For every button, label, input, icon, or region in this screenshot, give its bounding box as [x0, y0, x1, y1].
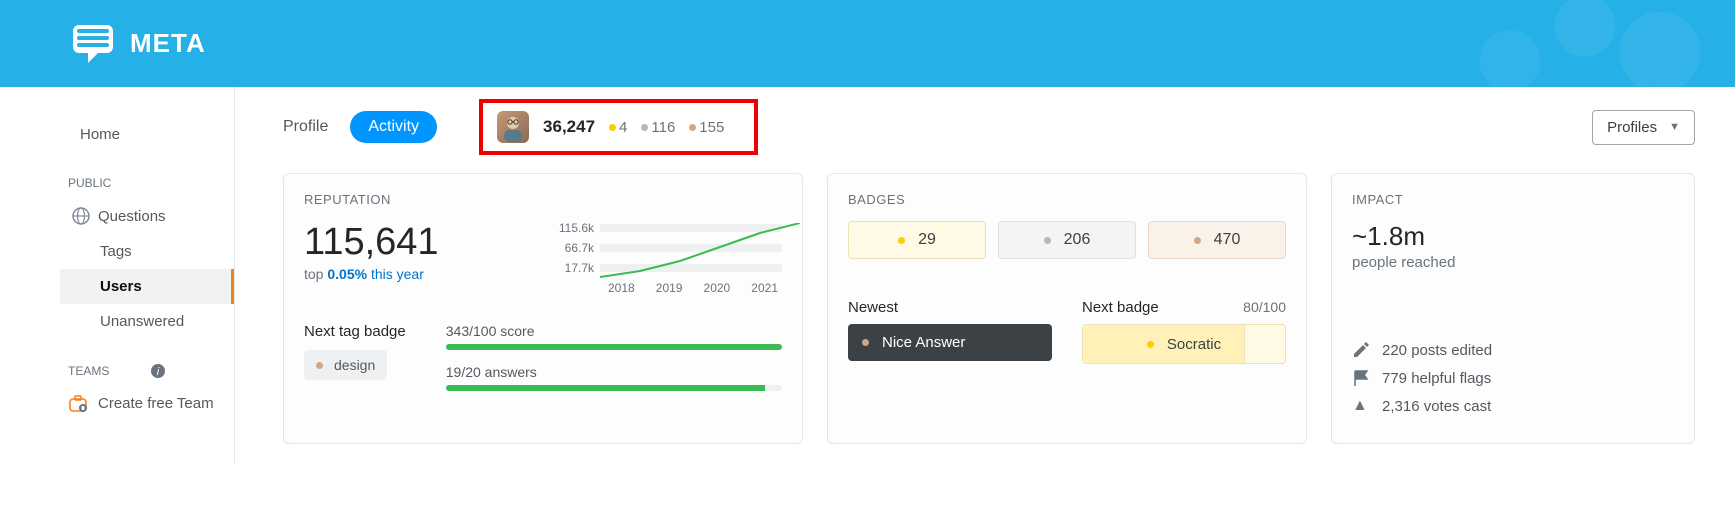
info-icon[interactable]: i: [150, 363, 166, 379]
globe-icon: [72, 207, 90, 225]
impact-reach-label: people reached: [1352, 254, 1674, 271]
tab-activity[interactable]: Activity: [350, 111, 437, 143]
logo-icon: [70, 21, 116, 67]
silver-badge-box[interactable]: 206: [998, 221, 1136, 259]
nav-questions-label: Questions: [98, 208, 166, 225]
next-badge-pill[interactable]: Socratic: [1082, 324, 1286, 364]
line-chart-icon: [600, 223, 800, 283]
create-team-link[interactable]: Create free Team: [68, 387, 234, 419]
tag-chip-design[interactable]: design: [304, 350, 387, 380]
avatar[interactable]: [497, 111, 529, 143]
profiles-dropdown[interactable]: Profiles ▼: [1592, 110, 1695, 145]
next-tag-label: Next tag badge: [304, 323, 406, 340]
newest-badge-pill[interactable]: Nice Answer: [848, 324, 1052, 361]
create-team-label: Create free Team: [98, 395, 214, 412]
nav-questions[interactable]: Questions: [62, 198, 234, 234]
newest-label: Newest: [848, 299, 1052, 316]
reputation-value: 115,641: [304, 221, 524, 264]
reputation-subtext[interactable]: top 0.05% this year: [304, 266, 524, 282]
pencil-icon: [1352, 341, 1370, 359]
nav-users[interactable]: Users: [60, 269, 234, 304]
site-name: META: [130, 28, 206, 59]
left-sidebar: Home PUBLIC Questions Tags Users Unanswe…: [0, 87, 235, 464]
impact-card: IMPACT ~1.8m people reached 220 posts ed…: [1331, 173, 1695, 444]
impact-edits[interactable]: 220 posts edited: [1352, 341, 1674, 359]
main-content: Profile Activity 36,247 4 116 155 Profil…: [235, 87, 1735, 464]
badges-title: BADGES: [848, 192, 1286, 207]
summary-bronze: 155: [689, 119, 724, 136]
reputation-title: REPUTATION: [304, 192, 782, 207]
gold-dot-icon: [1147, 341, 1154, 348]
flag-icon: [1352, 369, 1370, 387]
impact-title: IMPACT: [1352, 192, 1674, 207]
impact-flags[interactable]: 779 helpful flags: [1352, 369, 1674, 387]
nav-section-teams: TEAMS: [68, 364, 109, 378]
user-summary-box: 36,247 4 116 155: [479, 99, 758, 155]
bronze-badge-box[interactable]: 470: [1148, 221, 1286, 259]
badges-card: BADGES 29 206 470 Newest Nice Answer: [827, 173, 1307, 444]
summary-rep: 36,247: [543, 117, 595, 137]
triangle-up-icon: ▲: [1352, 397, 1370, 415]
site-logo[interactable]: META: [70, 21, 206, 67]
impact-reach: ~1.8m: [1352, 221, 1674, 252]
nav-section-public: PUBLIC: [68, 176, 234, 190]
bronze-dot-icon: [316, 362, 323, 369]
nav-home[interactable]: Home: [68, 117, 234, 152]
bronze-dot-icon: [862, 339, 869, 346]
impact-votes[interactable]: ▲ 2,316 votes cast: [1352, 397, 1674, 415]
briefcase-icon: [68, 393, 88, 413]
summary-gold: 4: [609, 119, 627, 136]
reputation-chart[interactable]: 115.6k 66.7k 17.7k 2018 2019 2020 2021: [554, 221, 782, 295]
score-progress: 343/100 score: [446, 323, 782, 350]
tab-profile[interactable]: Profile: [283, 118, 328, 136]
reputation-card: REPUTATION 115,641 top 0.05% this year 1…: [283, 173, 803, 444]
next-badge-label: Next badge 80/100: [1082, 299, 1286, 316]
nav-unanswered[interactable]: Unanswered: [80, 304, 234, 339]
profiles-label: Profiles: [1607, 119, 1657, 136]
banner-decoration: [1235, 0, 1735, 87]
summary-silver: 116: [641, 119, 675, 136]
answer-progress: 19/20 answers: [446, 364, 782, 391]
nav-tags[interactable]: Tags: [80, 234, 234, 269]
caret-down-icon: ▼: [1669, 121, 1680, 133]
gold-badge-box[interactable]: 29: [848, 221, 986, 259]
top-banner: META: [0, 0, 1735, 87]
